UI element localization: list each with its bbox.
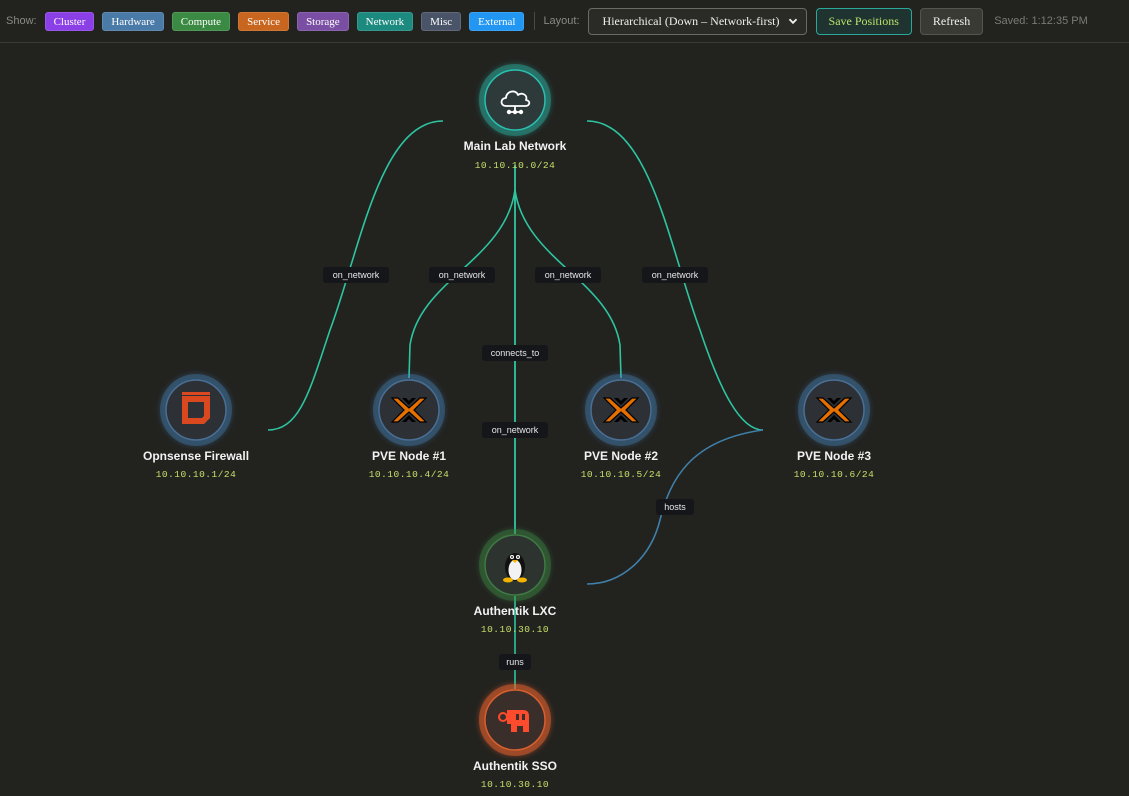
node-main-lab-network[interactable]: Main Lab Network 10.10.10.0/24 xyxy=(464,64,567,171)
edge-label: on_network xyxy=(429,267,495,283)
svg-text:on_network: on_network xyxy=(439,270,486,280)
node-ip: 10.10.30.10 xyxy=(481,624,549,635)
edge-label: on_network xyxy=(535,267,601,283)
node-authentik-sso[interactable]: Authentik SSO 10.10.30.10 xyxy=(473,684,557,790)
node-name: PVE Node #2 xyxy=(584,449,658,463)
svg-text:on_network: on_network xyxy=(652,270,699,280)
node-pve-3[interactable]: PVE Node #3 10.10.10.6/24 xyxy=(794,374,875,480)
svg-text:connects_to: connects_to xyxy=(491,348,540,358)
node-name: Authentik LXC xyxy=(474,604,557,618)
svg-text:on_network: on_network xyxy=(492,425,539,435)
node-ip: 10.10.10.0/24 xyxy=(475,160,556,171)
node-pve-1[interactable]: PVE Node #1 10.10.10.4/24 xyxy=(369,374,450,480)
node-name: Authentik SSO xyxy=(473,759,557,773)
edge-label: runs xyxy=(499,654,531,670)
node-ip: 10.10.10.5/24 xyxy=(581,469,662,480)
edge-label: connects_to xyxy=(482,345,548,361)
edge-label: on_network xyxy=(482,422,548,438)
svg-text:on_network: on_network xyxy=(545,270,592,280)
svg-text:hosts: hosts xyxy=(664,502,686,512)
svg-text:on_network: on_network xyxy=(333,270,380,280)
node-pve-2[interactable]: PVE Node #2 10.10.10.5/24 xyxy=(581,374,662,480)
node-ip: 10.10.10.1/24 xyxy=(156,469,237,480)
node-ip: 10.10.30.10 xyxy=(481,779,549,790)
edge-label: hosts xyxy=(656,499,694,515)
edge-label: on_network xyxy=(642,267,708,283)
node-opnsense-firewall[interactable]: Opnsense Firewall 10.10.10.1/24 xyxy=(143,374,249,480)
svg-text:runs: runs xyxy=(506,657,524,667)
node-ip: 10.10.10.6/24 xyxy=(794,469,875,480)
node-name: Opnsense Firewall xyxy=(143,449,249,463)
node-name: PVE Node #3 xyxy=(797,449,871,463)
node-ip: 10.10.10.4/24 xyxy=(369,469,450,480)
edge-label: on_network xyxy=(323,267,389,283)
network-graph: on_network on_network on_network on_netw… xyxy=(143,64,875,790)
node-name: Main Lab Network xyxy=(464,139,567,153)
node-name: PVE Node #1 xyxy=(372,449,446,463)
